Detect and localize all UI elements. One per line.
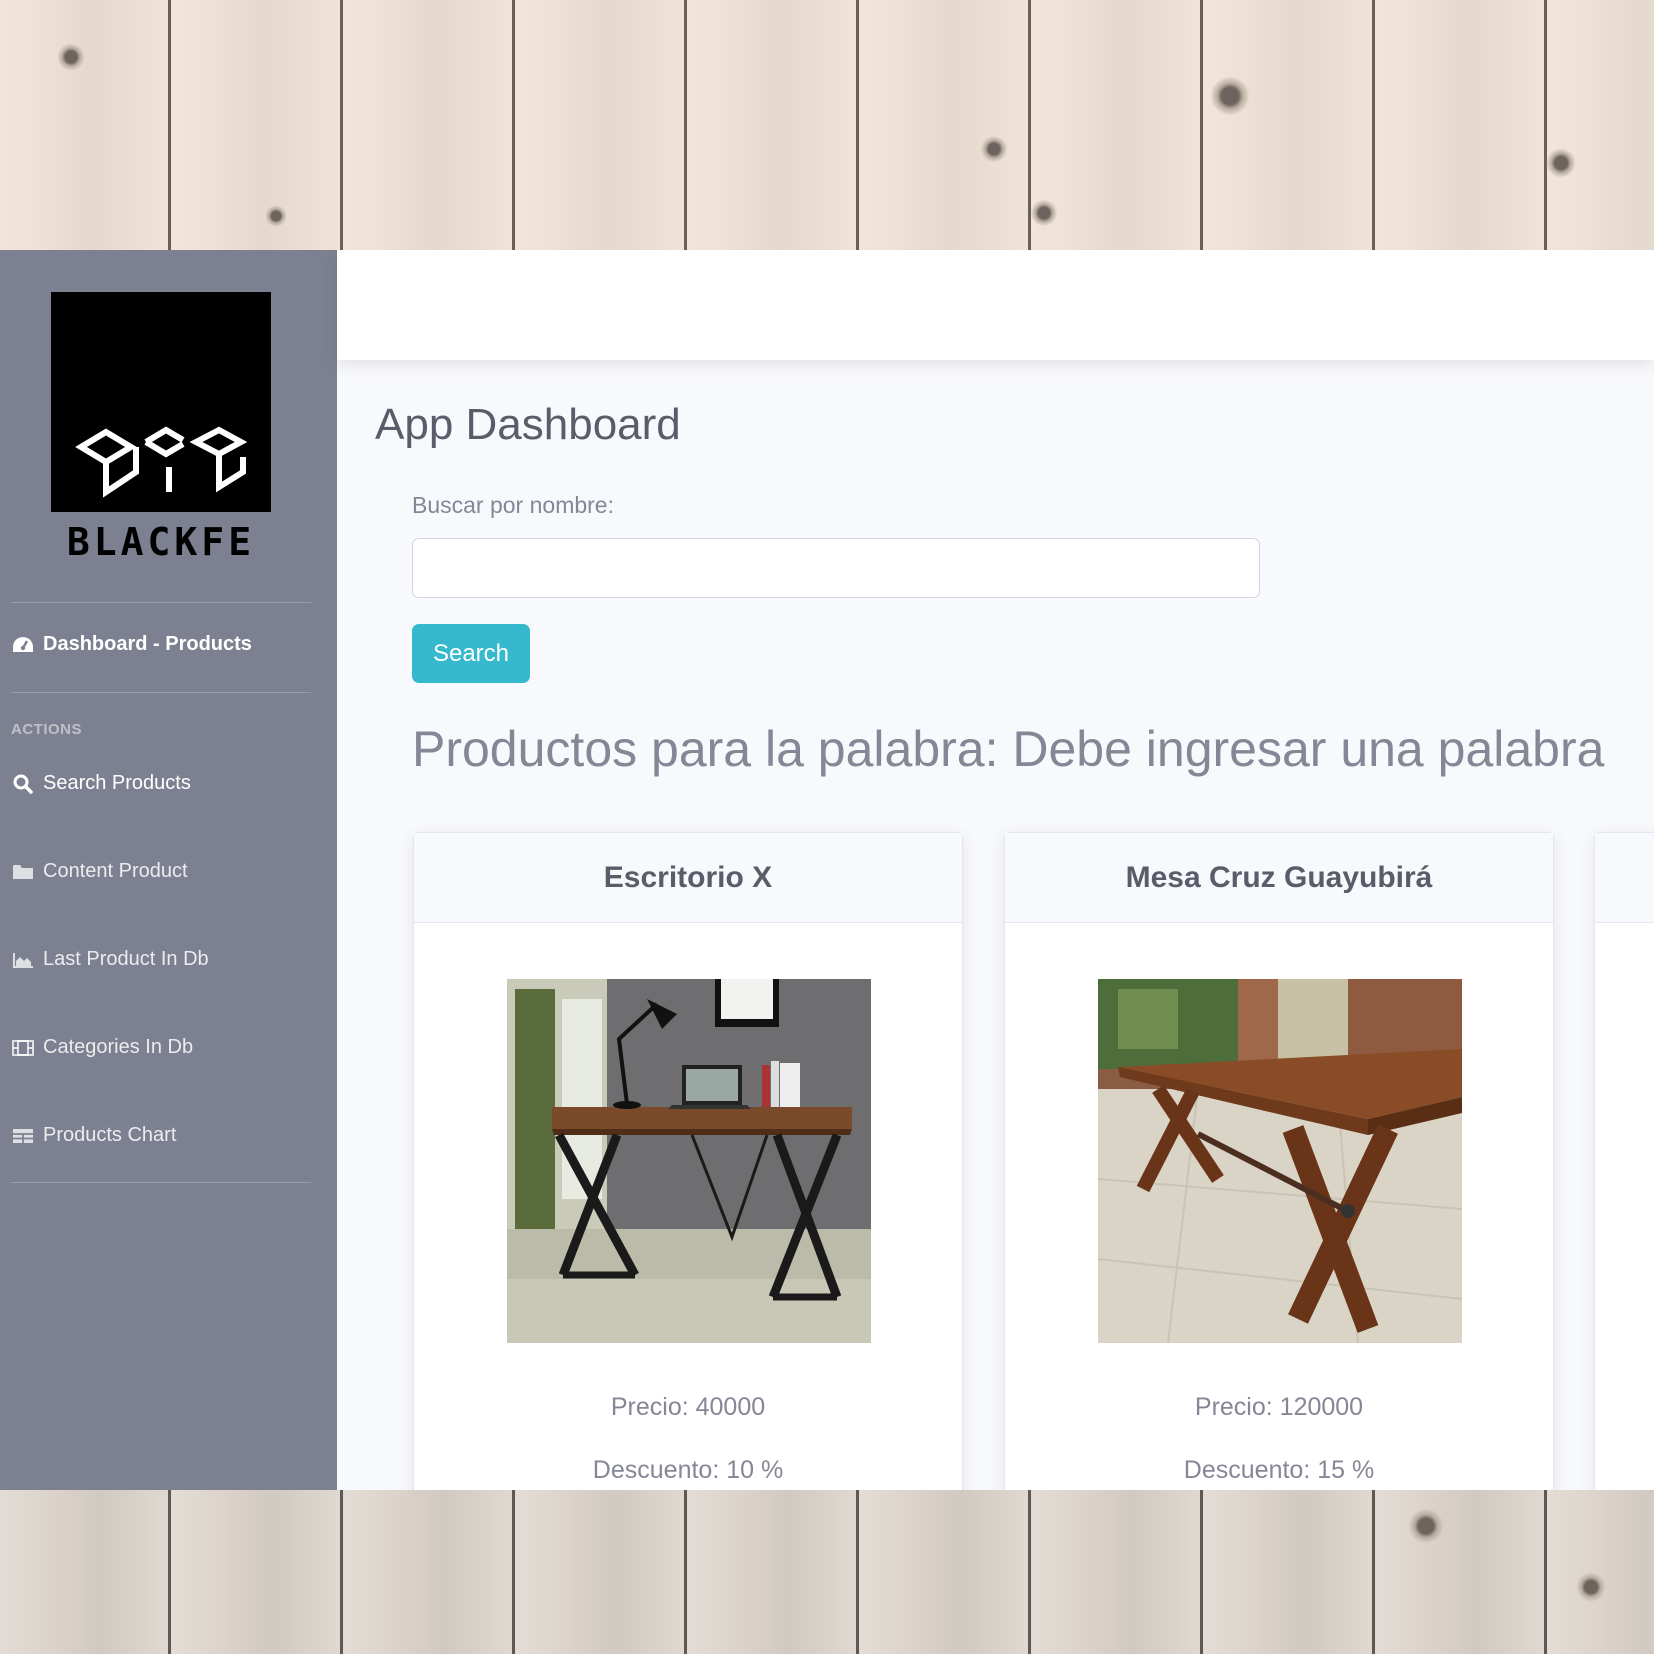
logo-mark-icon [75,426,248,498]
wood-background-bottom [0,1490,1654,1654]
product-image[interactable] [1098,979,1462,1343]
wood-knot [58,42,84,72]
table-icon [11,1125,35,1147]
product-image[interactable] [507,979,871,1343]
sidebar-item-label: Search Products [43,772,191,794]
wood-knot [265,205,287,227]
sidebar-item-label: Last Product In Db [43,948,209,970]
wood-knot [1210,76,1250,116]
sidebar-item-label: Products Chart [43,1124,177,1146]
wood-knot [1576,1572,1606,1602]
product-price: Precio: 40000 [610,1393,766,1421]
search-input[interactable] [412,538,1260,598]
results-heading: Productos para la palabra: Debe ingresar… [412,721,1605,777]
wood-knot [980,136,1008,162]
product-card: Escritorio X Precio: 40000 Descuento: 10… [413,832,963,1490]
search-icon [11,773,35,795]
sidebar-item-label: Content Product [43,860,188,882]
sidebar-item-search-products[interactable]: Search Products [11,772,191,795]
app-window: BLACKFE Dashboard - Products ACTIONS Sea… [0,250,1654,1490]
product-card-header [1595,833,1654,923]
sidebar-divider [11,692,311,693]
sidebar-divider [11,1182,311,1183]
sidebar-item-label: Categories In Db [43,1036,194,1058]
sidebar-item-products-chart[interactable]: Products Chart [11,1124,176,1147]
brand-logo[interactable] [51,292,271,512]
product-price: Precio: 120000 [1194,1393,1364,1421]
wood-knot [1030,200,1058,226]
product-card: Mesa Cruz Guayubirá Precio: 120000 Descu… [1004,832,1554,1490]
search-label: Buscar por nombre: [412,492,614,518]
sidebar-item-label: Dashboard - Products [43,633,252,655]
product-card-partial [1594,832,1654,1490]
product-discount: Descuento: 10 % [592,1456,784,1484]
sidebar-section-heading: ACTIONS [11,721,82,738]
product-name: Escritorio X [414,833,962,923]
folder-icon [11,861,35,883]
topbar [337,250,1654,360]
page-title: App Dashboard [375,400,681,449]
search-button[interactable]: Search [412,624,530,683]
sidebar-item-last-product[interactable]: Last Product In Db [11,948,209,971]
sidebar-item-categories[interactable]: Categories In Db [11,1036,193,1059]
sidebar: BLACKFE Dashboard - Products ACTIONS Sea… [0,250,337,1490]
sidebar-divider [11,602,311,603]
wood-knot [1546,148,1576,178]
sidebar-item-content-product[interactable]: Content Product [11,860,188,883]
brand-name: BLACKFE [66,520,256,564]
product-discount: Descuento: 15 % [1183,1456,1375,1484]
chart-area-icon [11,949,35,971]
wood-knot [1408,1508,1444,1544]
product-name: Mesa Cruz Guayubirá [1005,833,1553,923]
film-icon [11,1037,35,1059]
tachometer-icon [11,634,35,656]
sidebar-item-dashboard[interactable]: Dashboard - Products [11,633,252,656]
